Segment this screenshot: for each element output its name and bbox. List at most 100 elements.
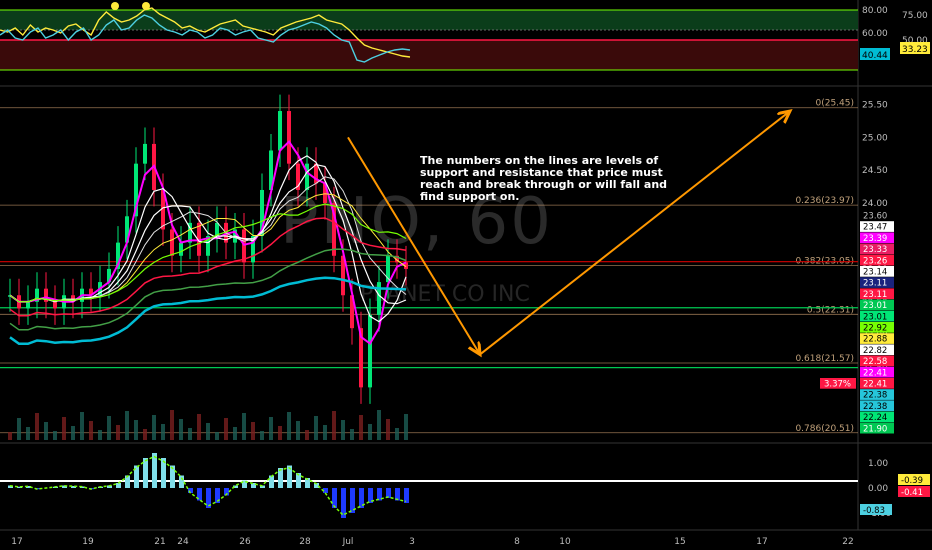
volume-bar xyxy=(161,424,165,440)
price-tag-label: 23.33 xyxy=(863,245,887,255)
volume-bar xyxy=(215,432,219,440)
price-tag-label: 23.01 xyxy=(863,312,887,322)
price-tick-label: 24.50 xyxy=(862,166,888,176)
price-tag-label: 23.39 xyxy=(863,234,887,244)
price-tag-label: 22.41 xyxy=(863,380,887,390)
macd-tick-label: 0.00 xyxy=(868,484,888,494)
volume-bar xyxy=(341,420,345,440)
price-tag-label: 23.14 xyxy=(863,268,887,278)
macd-histogram-bar xyxy=(332,488,337,508)
volume-bar xyxy=(206,423,210,440)
macd-value-tag-label: -0.83 xyxy=(863,506,885,516)
stock-chart[interactable]: 80.0075.0060.0050.0025.0040.4433.230(25.… xyxy=(0,0,932,550)
volume-bar xyxy=(278,426,282,440)
volume-bar xyxy=(35,413,39,440)
candle-body xyxy=(170,229,174,256)
volume-bar xyxy=(98,430,102,440)
volume-bar xyxy=(386,419,390,440)
volume-bar xyxy=(17,418,21,440)
volume-bar xyxy=(134,420,138,440)
oscillator-value-tag-label: 33.23 xyxy=(902,45,928,55)
price-tag-label: 23.11 xyxy=(863,279,887,289)
price-tag-label: 21.90 xyxy=(863,424,887,434)
volume-bar xyxy=(8,432,12,440)
time-tick-label: 28 xyxy=(299,537,311,547)
time-tick-label: 10 xyxy=(559,537,571,547)
price-tag-label: 22.38 xyxy=(863,402,887,412)
volume-bar xyxy=(188,428,192,440)
oscillator-peak-marker xyxy=(111,2,119,10)
price-tag-label: 22.88 xyxy=(863,335,887,345)
price-tag-label: 22.82 xyxy=(863,346,887,356)
price-tag-label: 23.47 xyxy=(863,223,887,233)
volume-bar xyxy=(332,411,336,440)
volume-bar xyxy=(251,422,255,440)
volume-bar xyxy=(377,410,381,440)
projection-up-arrow xyxy=(479,111,790,356)
time-tick-label: 17 xyxy=(756,537,767,547)
time-tick-label: 17 xyxy=(11,537,22,547)
candle-body xyxy=(53,301,57,309)
candle-body xyxy=(368,314,372,388)
volume-bar xyxy=(26,427,30,440)
oscillator-tick-label: 80.00 xyxy=(862,6,888,16)
time-tick-label: 3 xyxy=(409,537,415,547)
candle-body xyxy=(278,111,282,151)
oscillator-tick-label: 60.00 xyxy=(862,29,888,39)
volume-bar xyxy=(116,425,120,440)
macd-histogram-bar xyxy=(269,475,274,488)
macd-histogram-bar xyxy=(404,488,409,503)
price-tag-label: 23.26 xyxy=(863,256,887,266)
volume-bar xyxy=(80,412,84,440)
volume-bar xyxy=(260,431,264,440)
macd-value-tag-label: -0.41 xyxy=(901,488,923,498)
volume-bar xyxy=(170,410,174,440)
volume-bar xyxy=(359,415,363,440)
candle-body xyxy=(26,301,30,309)
price-tag-label: 22.92 xyxy=(863,324,887,334)
macd-tick-label: 1.00 xyxy=(868,459,888,469)
oversold-band xyxy=(0,40,858,70)
price-tick-label: 24.00 xyxy=(862,199,888,209)
volume-bar xyxy=(404,414,408,440)
volume-bar xyxy=(143,429,147,440)
candle-body xyxy=(242,229,246,263)
volume-bar xyxy=(350,429,354,440)
time-tick-label: 22 xyxy=(842,537,853,547)
oscillator-peak-marker xyxy=(142,2,150,10)
time-tick-label: Jul xyxy=(342,537,354,547)
volume-bar xyxy=(53,431,57,440)
price-tag-label: 22.24 xyxy=(863,413,887,423)
time-tick-label: 8 xyxy=(514,537,520,547)
volume-bar xyxy=(305,430,309,440)
volume-bar xyxy=(269,417,273,440)
time-tick-label: 15 xyxy=(674,537,685,547)
volume-bar xyxy=(107,416,111,440)
candle-body xyxy=(179,242,183,256)
volume-bar xyxy=(314,416,318,440)
oscillator-tick-label: 75.00 xyxy=(902,11,928,21)
fib-level-label: 0.618(21.57) xyxy=(795,354,854,364)
oscillator-value-tag-label: 40.44 xyxy=(862,51,888,61)
annotation-text: The numbers on the lines are levels of s… xyxy=(420,154,668,203)
fib-level-label: 0.236(23.97) xyxy=(795,196,854,206)
macd-histogram-bar xyxy=(179,475,184,488)
time-tick-label: 21 xyxy=(154,537,165,547)
time-tick-label: 24 xyxy=(177,537,189,547)
volume-bar xyxy=(395,428,399,440)
candle-body xyxy=(143,143,147,164)
volume-bar xyxy=(296,421,300,440)
volume-bar xyxy=(62,417,66,440)
macd-histogram-bar xyxy=(125,475,130,488)
volume-bar xyxy=(242,413,246,440)
macd-histogram-bar xyxy=(143,458,148,488)
price-tag-label: 22.58 xyxy=(863,357,887,367)
volume-bar xyxy=(233,427,237,440)
fib-level-label: 0.5(22.31) xyxy=(807,305,854,315)
volume-bar xyxy=(197,414,201,440)
price-tag-label: 23.60 xyxy=(863,212,887,222)
price-tag-label: 23.11 xyxy=(863,290,887,300)
fib-level-label: 0(25.45) xyxy=(815,99,854,109)
volume-bar xyxy=(152,415,156,440)
volume-bar xyxy=(368,424,372,440)
